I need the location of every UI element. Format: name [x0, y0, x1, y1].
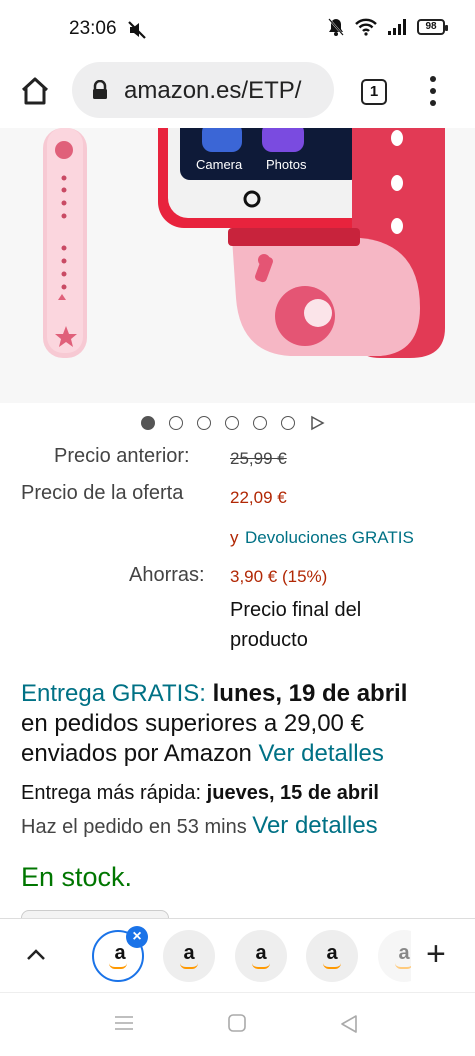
stock-status: En stock.: [21, 862, 133, 892]
play-video-icon[interactable]: [309, 415, 325, 431]
final-price-note-line2: producto: [230, 629, 308, 651]
fast-delivery-date: jueves, 15 de abril: [206, 782, 379, 804]
lock-icon: [93, 80, 107, 99]
amazon-smile-icon: [323, 963, 341, 969]
image-carousel-indicator[interactable]: [141, 415, 325, 431]
mute-icon: [128, 21, 146, 39]
screen-label-photos: Photos: [266, 157, 307, 172]
close-tab-icon[interactable]: ×: [126, 926, 148, 948]
amazon-logo-icon: a: [326, 942, 338, 964]
order-within-line: Haz el pedido en 53 mins Ver detalles: [21, 812, 378, 840]
carousel-dot[interactable]: [141, 416, 155, 430]
status-time: 23:06: [69, 18, 117, 39]
alarm-off-icon: [328, 18, 344, 36]
address-bar[interactable]: amazon.es/ETP/: [72, 62, 334, 118]
fast-delivery-details-link[interactable]: Ver detalles: [252, 812, 377, 839]
tab-thumbnail[interactable]: a: [235, 930, 287, 982]
carousel-dot[interactable]: [281, 416, 295, 430]
savings-label: Ahorras:: [129, 564, 205, 586]
wifi-icon: [355, 18, 377, 36]
order-within-text: Haz el pedido en 53 mins: [21, 816, 247, 838]
status-bar: 23:06 98: [0, 0, 475, 58]
battery-icon: 98: [417, 19, 448, 35]
back-icon[interactable]: [340, 1014, 358, 1034]
fulfilled-by-text: enviados por Amazon: [21, 740, 252, 767]
amazon-smile-icon: [109, 963, 127, 969]
amazon-smile-icon: [180, 963, 198, 969]
previous-price-value: 25,99 €: [230, 449, 287, 468]
offer-price-label: Precio de la oferta: [21, 482, 184, 504]
carousel-dot[interactable]: [225, 416, 239, 430]
amazon-smile-icon: [252, 963, 270, 969]
menu-icon[interactable]: [425, 74, 441, 108]
free-delivery-date: lunes, 19 de abril: [212, 680, 408, 707]
chevron-up-icon[interactable]: [26, 947, 46, 961]
home-icon[interactable]: [20, 76, 50, 106]
fulfilled-by-line: enviados por Amazon Ver detalles: [21, 740, 384, 768]
smartwatch-illustration: Camera Photos: [43, 128, 445, 358]
previous-price-label: Precio anterior:: [54, 445, 190, 467]
signal-icon: [388, 19, 406, 35]
recents-icon[interactable]: [114, 1015, 134, 1031]
carousel-dot[interactable]: [197, 416, 211, 430]
free-delivery-condition: en pedidos superiores a 29,00 €: [21, 710, 364, 737]
tab-thumbnail[interactable]: a: [163, 930, 215, 982]
free-delivery-line: Entrega GRATIS: lunes, 19 de abril: [21, 680, 407, 708]
product-image[interactable]: Camera Photos: [0, 128, 475, 403]
screen-label-camera: Camera: [196, 157, 243, 172]
url-text: amazon.es/ETP/: [124, 77, 302, 104]
fast-delivery-label: Entrega más rápida:: [21, 782, 202, 804]
amazon-logo-icon: a: [183, 942, 195, 964]
final-price-note-line1: Precio final del: [230, 599, 362, 621]
returns-prefix: y: [230, 528, 239, 547]
system-navigation-bar: [0, 992, 475, 1056]
amazon-logo-icon: a: [255, 942, 267, 964]
tab-thumbnail[interactable]: a: [306, 930, 358, 982]
savings-value: 3,90 € (15%): [230, 567, 328, 586]
carousel-dot[interactable]: [169, 416, 183, 430]
delivery-details-link[interactable]: Ver detalles: [258, 740, 383, 767]
offer-price-value: 22,09 €: [230, 488, 287, 507]
home-nav-icon[interactable]: [228, 1014, 246, 1032]
fast-delivery-line: Entrega más rápida: jueves, 15 de abril: [21, 782, 379, 805]
add-tab-button[interactable]: +: [426, 937, 446, 971]
tab-switcher-button[interactable]: 1: [361, 79, 387, 105]
free-delivery-label: Entrega GRATIS:: [21, 680, 206, 707]
carousel-dot[interactable]: [253, 416, 267, 430]
browser-toolbar: amazon.es/ETP/ 1: [0, 58, 475, 128]
free-returns-link[interactable]: Devoluciones GRATIS: [245, 528, 414, 548]
tab-strip: a × a a a a +: [0, 918, 475, 993]
